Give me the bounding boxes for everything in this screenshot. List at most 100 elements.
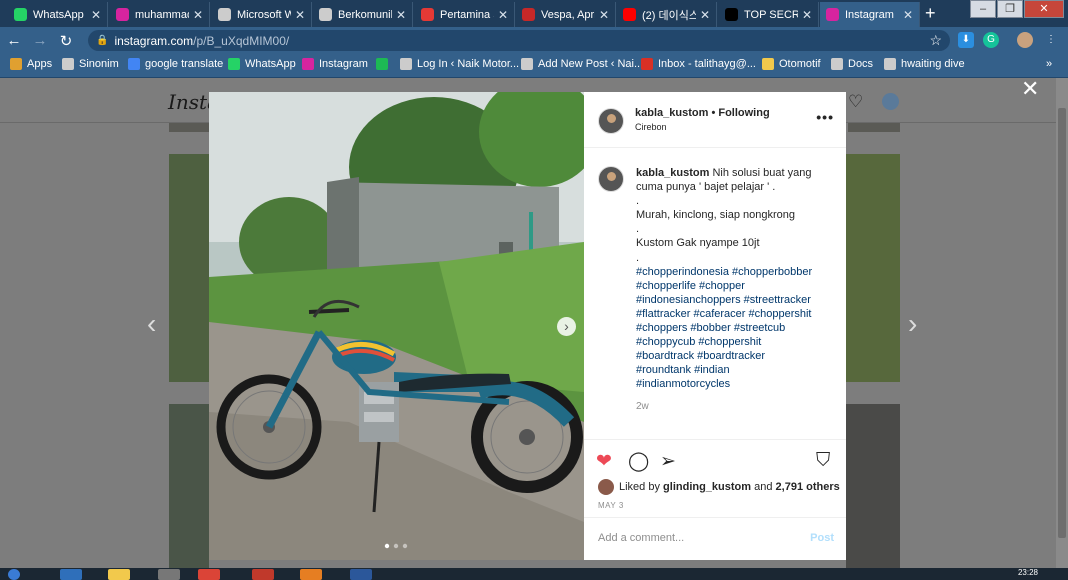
app-icon[interactable] [252,569,274,580]
bolt-icon [376,58,388,70]
hashtag-line[interactable]: #chopperlife #chopper [636,279,836,293]
grid-tile[interactable] [169,154,209,382]
browser-tab[interactable]: TOP SECRET ✕ [719,2,819,27]
bookmark-item[interactable]: Otomotif [762,58,821,70]
bookmark-item[interactable] [376,58,393,70]
comment-input[interactable]: Add a comment... [598,532,684,544]
liked-by-user[interactable]: glinding_kustom [663,481,751,493]
lock-icon: 🔒 [96,35,109,46]
bookmark-item[interactable]: hwaiting dive [884,58,965,70]
hashtag-line[interactable]: #indianmotorcycles [636,377,836,391]
address-bar[interactable]: 🔒 instagram.com /p/B_uXqdMIM00/ ☆ [88,30,950,51]
browser-tab[interactable]: muhammad ✕ [110,2,210,27]
minimize-button[interactable]: – [970,0,996,18]
reload-icon[interactable]: ↻ [54,32,78,50]
caption-author-avatar[interactable] [598,166,624,192]
browser-tab[interactable]: Berkomunik ✕ [313,2,413,27]
bookmark-item[interactable]: Instagram [302,58,368,70]
app-icon[interactable] [300,569,322,580]
hashtag-line[interactable]: #indonesianchoppers #streettracker [636,293,836,307]
comment-icon[interactable]: ◯ [628,450,649,473]
more-options-icon[interactable]: ••• [816,109,834,125]
bookmark-label: Docs [848,58,874,70]
hashtag-line[interactable]: #boardtrack #boardtracker [636,349,836,363]
bookmark-item[interactable]: Apps [10,58,52,70]
app-icon[interactable] [158,569,180,580]
tab-close-icon[interactable]: ✕ [599,8,609,22]
new-tab-button[interactable]: + [925,3,936,24]
caption-username[interactable]: kabla_kustom [636,167,709,179]
tab-close-icon[interactable]: ✕ [396,8,406,22]
hashtag-line[interactable]: #choppers #bobber #streetcub [636,321,836,335]
profile-avatar-icon[interactable] [1017,32,1033,48]
grammarly-extension-icon[interactable]: G [983,32,999,48]
bookmark-item[interactable]: Inbox - talithayg@... [641,58,756,70]
save-bookmark-icon[interactable]: ⛉ [816,450,830,472]
forward-icon[interactable]: → [28,32,52,49]
tab-close-icon[interactable]: ✕ [903,8,913,22]
scroll-thumb[interactable] [1058,108,1066,538]
like-heart-icon[interactable]: ❤ [596,450,612,473]
start-button-icon[interactable] [8,569,20,580]
page-scrollbar[interactable] [1056,78,1068,568]
back-icon[interactable]: ← [2,32,26,49]
caption-text: cuma punya ' bajet pelajar ' . [636,181,776,194]
browser-tab[interactable]: (2) 데이식스 ✕ [617,2,717,27]
word-icon[interactable] [350,569,372,580]
bookmarks-overflow-icon[interactable]: » [1046,58,1052,70]
ie-icon[interactable] [60,569,82,580]
bookmark-item[interactable]: Log In ‹ Naik Motor... [400,58,519,70]
heart-icon[interactable]: ♡ [848,92,863,112]
bookmark-item[interactable]: Add New Post ‹ Nai... [521,58,643,70]
post-comment-button[interactable]: Post [810,532,834,544]
browser-tab[interactable]: Pertamina S ✕ [415,2,515,27]
grid-tile[interactable] [169,404,209,568]
close-window-button[interactable]: ✕ [1024,0,1064,18]
author-username[interactable]: kabla_kustom [635,107,708,119]
browser-tab[interactable]: Vespa, April ✕ [516,2,616,27]
bookmark-item[interactable]: Docs [831,58,873,70]
previous-post-arrow-icon[interactable]: ‹ [147,308,156,340]
author-avatar[interactable] [598,108,624,134]
grid-tile[interactable] [848,123,900,132]
tab-close-icon[interactable]: ✕ [802,8,812,22]
post-date[interactable]: MAY 3 [598,501,624,510]
follow-status[interactable]: Following [718,107,769,119]
bookmark-item[interactable]: google translate [128,58,223,70]
instagram-icon [116,8,129,21]
hashtag-line[interactable]: #flattracker #caferacer #choppershit [636,307,836,321]
tab-close-icon[interactable]: ✕ [91,8,101,22]
bookmark-label: Add New Post ‹ Nai... [538,58,644,70]
tab-close-icon[interactable]: ✕ [700,8,710,22]
restore-button[interactable]: ❐ [997,0,1023,18]
tab-close-icon[interactable]: ✕ [295,8,305,22]
grid-tile[interactable] [846,154,900,382]
browser-tab[interactable]: Instagram ✕ [820,2,920,27]
tab-close-icon[interactable]: ✕ [193,8,203,22]
profile-avatar[interactable] [882,93,899,110]
bookmark-item[interactable]: WhatsApp [228,58,296,70]
liker-avatar[interactable] [598,479,614,495]
tab-close-icon[interactable]: ✕ [498,8,508,22]
share-icon[interactable]: ➢ [660,450,676,473]
hashtag-line[interactable]: #roundtank #indian [636,363,836,377]
hashtag-line[interactable]: #chopperindonesia #chopperbobber [636,265,836,279]
hashtag-line[interactable]: #choppycub #choppershit [636,335,836,349]
chrome-icon[interactable] [198,569,220,580]
post-location[interactable]: Cirebon [635,122,667,132]
carousel-next-icon[interactable]: › [557,317,576,336]
folder-icon[interactable] [108,569,130,580]
bookmark-item[interactable]: Sinonim [62,58,119,70]
menu-kebab-icon[interactable]: ⋮ [1043,32,1059,48]
grid-tile[interactable] [846,404,900,568]
next-post-arrow-icon[interactable]: › [908,308,917,340]
author-username-line: kabla_kustom • Following [635,107,770,119]
download-extension-icon[interactable]: ⬇ [958,32,974,48]
browser-tab[interactable]: WhatsApp ✕ [8,2,108,27]
likes-count[interactable]: 2,791 others [776,481,840,493]
browser-tab[interactable]: Microsoft W ✕ [212,2,312,27]
close-modal-icon[interactable]: ✕ [1021,76,1039,102]
bookmark-star-icon[interactable]: ☆ [929,32,942,49]
post-image[interactable]: › [209,92,584,560]
whatsapp-icon [14,8,27,21]
